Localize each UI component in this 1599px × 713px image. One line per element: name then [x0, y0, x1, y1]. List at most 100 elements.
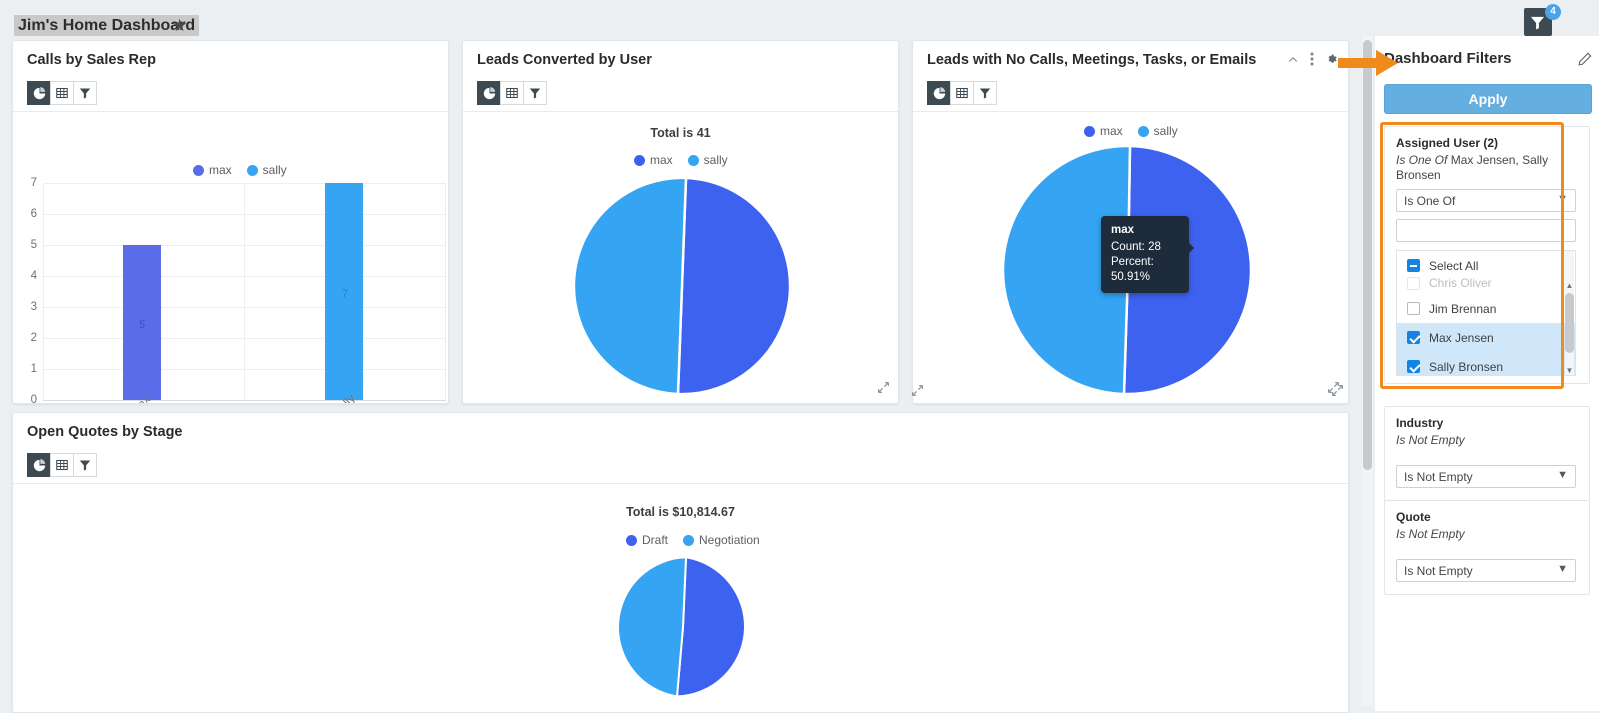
panel-header-icons: [1287, 52, 1338, 71]
chart-total-label: Total is 41: [650, 126, 711, 140]
panel-toolbar: [927, 81, 997, 105]
chart-icon[interactable]: [927, 81, 951, 105]
option-label: Jim Brennan: [1429, 301, 1497, 316]
tooltip-count: Count: 28: [1111, 241, 1161, 253]
legend-label: Draft: [642, 533, 669, 547]
legend-label: sally: [703, 153, 728, 167]
chart-icon[interactable]: [477, 81, 501, 105]
star-icon[interactable]: ★: [172, 17, 187, 34]
checkbox[interactable]: [1407, 302, 1420, 315]
legend-swatch: [634, 154, 645, 166]
legend-item: sally: [687, 153, 728, 167]
y-tick-label: 4: [30, 270, 37, 282]
filter-icon[interactable]: [73, 453, 97, 477]
chevron-down-icon: ▼: [1557, 193, 1568, 205]
bar-chart: max sally 7 6 5 4 3 2 1 0 5 7: [13, 111, 448, 403]
legend-swatch: [246, 164, 258, 176]
legend-label: Negotiation: [699, 533, 760, 547]
legend-item: sally: [246, 163, 287, 177]
filter-operator-select[interactable]: Is Not Empty ▼: [1396, 559, 1576, 582]
pencil-icon[interactable]: [1578, 52, 1592, 69]
pie-chart: Total is $10,814.67 Draft Negotiation: [13, 483, 1348, 712]
legend-item: max: [634, 153, 673, 167]
legend-label: max: [650, 153, 673, 167]
gear-icon[interactable]: [1325, 53, 1338, 71]
filter-search-input[interactable]: [1396, 219, 1576, 242]
scroll-down-arrow-icon[interactable]: ▼: [1565, 366, 1574, 375]
legend-label: max: [209, 163, 232, 177]
y-tick-label: 1: [30, 363, 37, 375]
checkbox-indeterminate[interactable]: [1407, 259, 1420, 272]
legend-item: Draft: [626, 533, 668, 547]
resize-handle-icon[interactable]: [1331, 384, 1344, 399]
bar-value-label: 7: [342, 288, 349, 300]
filter-operator-select[interactable]: Is One Of ▼: [1396, 189, 1576, 212]
option-chris-oliver[interactable]: Chris Oliver: [1397, 272, 1575, 294]
panel-title: Calls by Sales Rep: [27, 52, 156, 68]
bar-value-label: 5: [139, 319, 146, 331]
filter-operator-text: Is Not Empty: [1396, 527, 1465, 541]
gridline: [43, 183, 44, 400]
panel-title: Leads with No Calls, Meetings, Tasks, or…: [927, 52, 1257, 68]
legend-swatch: [687, 154, 699, 166]
panel-leads-converted-by-user: Leads Converted by User Total is 41 max …: [462, 40, 899, 404]
dashboard-app: Jim's Home Dashboard ★ 4 Calls by Sales …: [0, 0, 1599, 713]
legend-swatch: [1084, 125, 1095, 137]
chevron-down-icon: ▼: [1557, 563, 1568, 575]
chart-icon[interactable]: [27, 81, 51, 105]
chevron-up-icon[interactable]: [1287, 53, 1299, 71]
legend-item: sally: [1137, 124, 1178, 138]
filter-icon[interactable]: [73, 81, 97, 105]
filter-icon[interactable]: [523, 81, 547, 105]
pie-chart: Total is 41 max sally: [463, 111, 898, 402]
options-scrollbar-thumb[interactable]: [1565, 293, 1574, 353]
chart-legend: max sally: [193, 163, 295, 177]
filter-icon: [1530, 15, 1545, 33]
filter-summary: Is Not Empty: [1396, 433, 1576, 448]
filter-operator-select[interactable]: Is Not Empty ▼: [1396, 465, 1576, 488]
filters-heading: Dashboard Filters: [1384, 50, 1512, 67]
filter-card-quote: Quote Is Not Empty Is Not Empty ▼: [1384, 500, 1590, 595]
legend-label: sally: [1153, 124, 1178, 138]
y-tick-label: 7: [30, 177, 37, 189]
apply-button[interactable]: Apply: [1384, 84, 1592, 114]
dashboard-scrollbar-thumb[interactable]: [1363, 40, 1372, 470]
legend-item: max: [193, 163, 232, 177]
option-max-jensen[interactable]: Max Jensen: [1397, 323, 1575, 352]
chevron-down-icon: ▼: [1557, 469, 1568, 481]
panel-calls-by-sales-rep: Calls by Sales Rep max sally 7 6 5 4 3 2…: [12, 40, 449, 404]
checkbox-checked[interactable]: [1407, 360, 1420, 373]
option-jim-brennan[interactable]: Jim Brennan: [1397, 294, 1575, 323]
filter-operator-text: Is Not Empty: [1396, 433, 1465, 447]
table-icon[interactable]: [500, 81, 524, 105]
table-icon[interactable]: [950, 81, 974, 105]
option-sally-bronsen[interactable]: Sally Bronsen: [1397, 352, 1575, 375]
gridline: [445, 183, 446, 400]
resize-handle-icon[interactable]: [911, 384, 924, 399]
filter-icon[interactable]: [973, 81, 997, 105]
y-tick-label: 3: [30, 301, 37, 313]
scroll-up-arrow-icon[interactable]: ▲: [1565, 281, 1574, 290]
filter-card-industry: Industry Is Not Empty Is Not Empty ▼: [1384, 406, 1590, 501]
checkbox-checked[interactable]: [1407, 331, 1420, 344]
table-icon[interactable]: [50, 453, 74, 477]
legend-swatch: [1137, 125, 1149, 137]
legend-label: max: [1100, 124, 1123, 138]
table-icon[interactable]: [50, 81, 74, 105]
orange-pointer-arrow: [1338, 50, 1398, 76]
option-label: Chris Oliver: [1429, 276, 1492, 290]
chart-total-label: Total is $10,814.67: [626, 505, 735, 519]
kebab-menu-icon[interactable]: [1310, 52, 1314, 71]
filter-label: Quote: [1396, 510, 1431, 524]
panel-leads-no-activity: Leads with No Calls, Meetings, Tasks, or…: [912, 40, 1349, 404]
filter-summary: Is Not Empty: [1396, 527, 1576, 542]
axis-line: [43, 400, 446, 401]
chart-icon[interactable]: [27, 453, 51, 477]
filter-options-list[interactable]: Select All Chris Oliver Jim Brennan Max …: [1396, 250, 1576, 376]
resize-handle-icon[interactable]: [877, 381, 890, 396]
checkbox[interactable]: [1407, 276, 1420, 290]
dashboard-filters-panel: Dashboard Filters Apply Assigned User (2…: [1375, 36, 1599, 711]
pie-graphic[interactable]: [573, 177, 791, 395]
panel-toolbar: [27, 453, 97, 477]
pie-graphic[interactable]: [613, 557, 753, 697]
